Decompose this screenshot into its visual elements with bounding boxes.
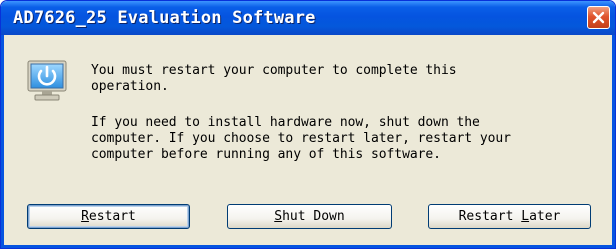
restart-later-mnemonic: L [521,209,530,224]
restart-mnemonic: R [81,209,89,224]
restart-later-button[interactable]: Restart Later [428,204,591,229]
message-primary: You must restart your computer to comple… [91,63,457,94]
restart-button[interactable]: Restart [27,204,190,229]
title-bar[interactable]: AD7626_25 Evaluation Software [1,1,615,35]
dialog-window: AD7626_25 Evaluation Software You must r… [0,0,616,249]
message-secondary: If you need to install hardware now, shu… [91,115,511,162]
window-title: AD7626_25 Evaluation Software [13,8,316,28]
power-monitor-icon [27,60,67,101]
close-icon [592,11,605,24]
restart-label: estart [88,209,136,224]
shut-down-button[interactable]: Shut Down [227,204,392,229]
shut-down-mnemonic: S [274,209,283,224]
restart-later-label: ater [529,209,561,224]
restart-later-label-pre: Restart [458,209,522,224]
close-button[interactable] [587,6,610,29]
shut-down-label: hut Down [282,209,345,224]
